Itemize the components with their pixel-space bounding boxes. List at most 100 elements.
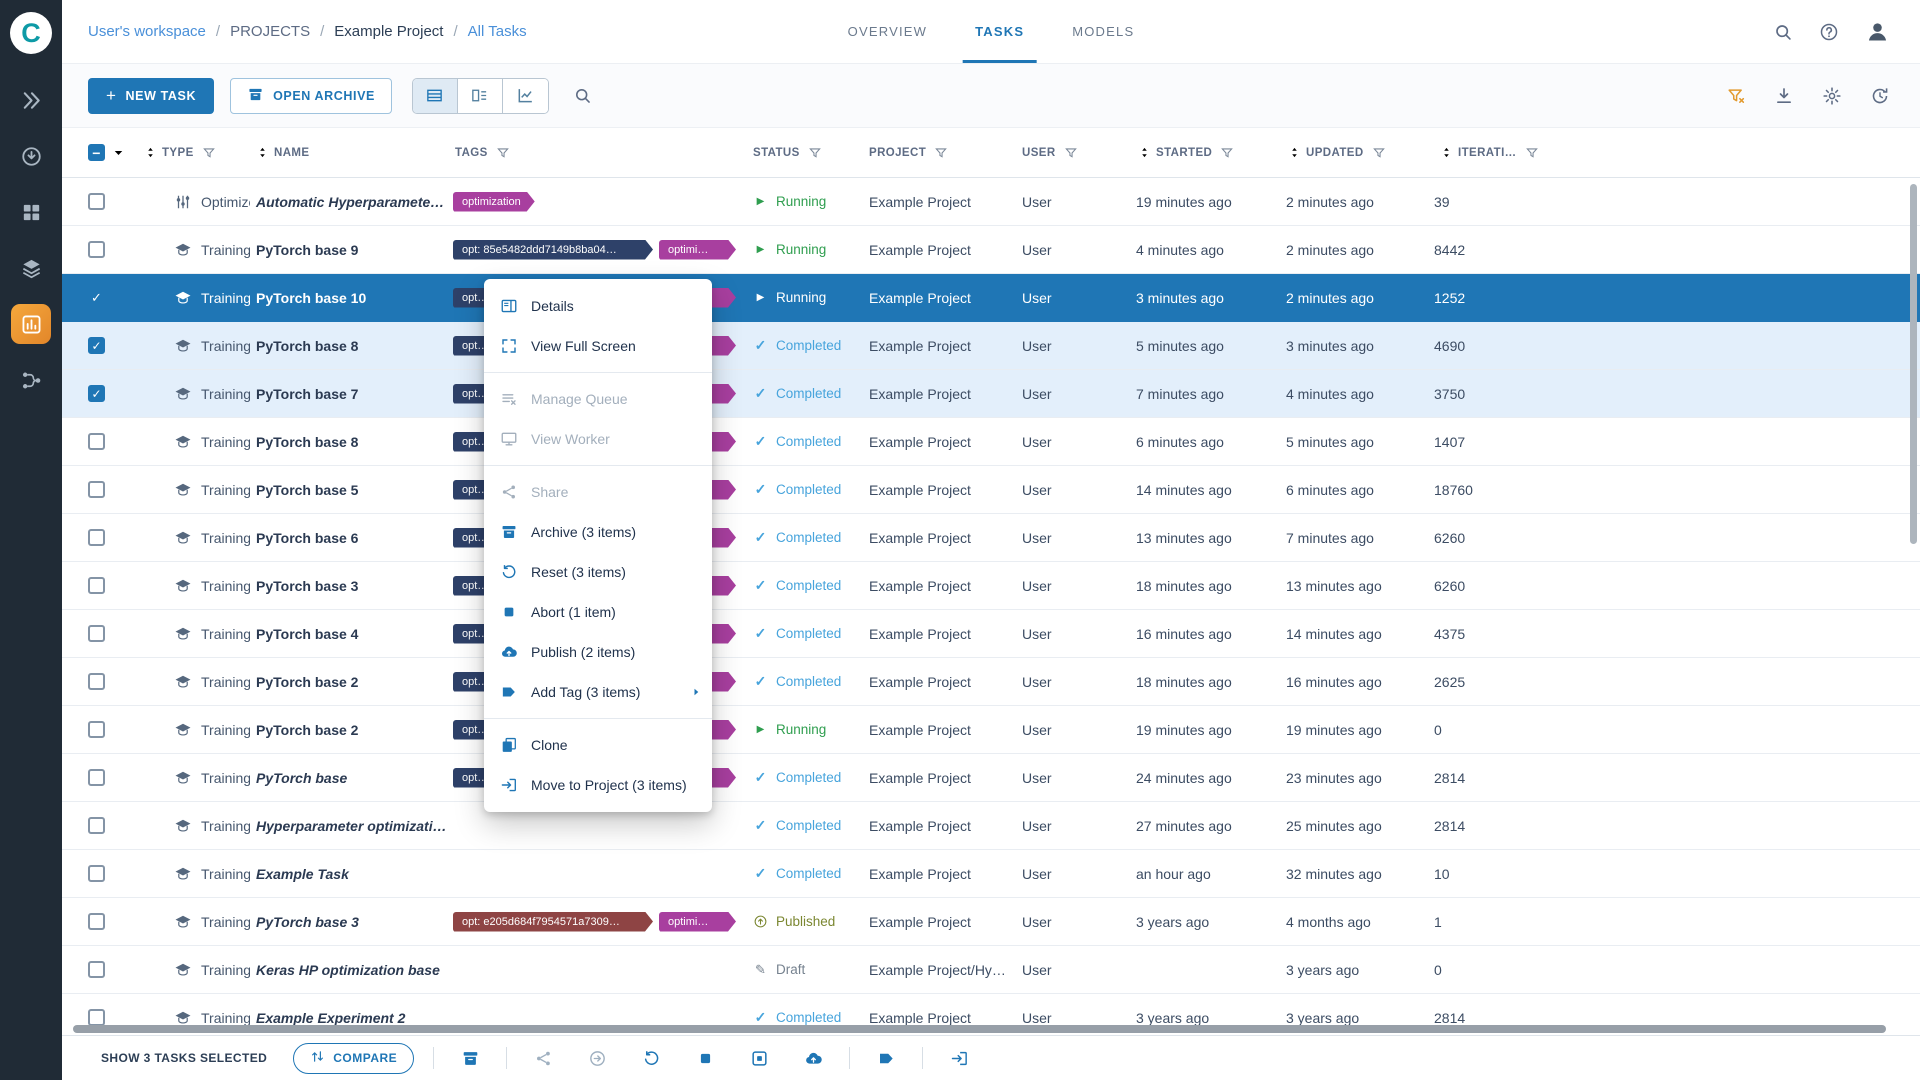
sort-icon[interactable]: [1440, 146, 1453, 159]
help-button[interactable]: [1819, 22, 1839, 42]
sidebar-item-serving[interactable]: [11, 136, 51, 176]
task-name-link[interactable]: PyTorch base 2: [256, 722, 358, 738]
row-checkbox[interactable]: [88, 625, 105, 642]
tag-action-button[interactable]: [866, 1038, 906, 1078]
row-checkbox[interactable]: [88, 529, 105, 546]
row-checkbox[interactable]: [88, 1009, 105, 1026]
search-button[interactable]: [1773, 22, 1793, 42]
sidebar-item-getting-started[interactable]: [11, 80, 51, 120]
horizontal-scrollbar[interactable]: [73, 1025, 1886, 1033]
menu-item-add-tag-3-items[interactable]: Add Tag (3 items): [484, 672, 712, 712]
breadcrumb-item-user-s-workspace[interactable]: User's workspace: [88, 23, 206, 40]
table-row[interactable]: ✓TrainingPyTorch base 7opt…optimi…✓Compl…: [62, 370, 1920, 418]
menu-item-publish-2-items[interactable]: Publish (2 items): [484, 632, 712, 672]
table-row[interactable]: Training PyTorch base 9 opt: 85e5482ddd714…: [62, 226, 1920, 274]
filter-icon[interactable]: [808, 146, 822, 160]
row-checkbox[interactable]: [88, 769, 105, 786]
task-name-link[interactable]: PyTorch base 3: [256, 914, 359, 930]
table-row[interactable]: ✓TrainingPyTorch base 8opt…optimi…✓Compl…: [62, 322, 1920, 370]
task-name-link[interactable]: PyTorch base 8: [256, 338, 358, 354]
table-row[interactable]: Training Example Task ✓ Completed Example Pr…: [62, 850, 1920, 898]
row-checkbox[interactable]: [88, 961, 105, 978]
card-view-toggle[interactable]: [457, 78, 503, 113]
row-checkbox[interactable]: ✓: [88, 289, 105, 306]
row-checkbox[interactable]: [88, 577, 105, 594]
table-row[interactable]: TrainingPyTorch base 6opt…optimi…✓Comple…: [62, 514, 1920, 562]
row-checkbox[interactable]: [88, 241, 105, 258]
breadcrumb-item-projects[interactable]: PROJECTS: [230, 23, 310, 40]
column-header-project[interactable]: PROJECT: [860, 146, 1010, 160]
task-name-link[interactable]: PyTorch base 3: [256, 578, 358, 594]
tab-models[interactable]: MODELS: [1048, 0, 1158, 63]
show-selected-button[interactable]: SHOW 3 TASKS SELECTED: [101, 1051, 267, 1065]
table-row[interactable]: Optimizer Automatic Hyperparamete… optimiz…: [62, 178, 1920, 226]
table-row[interactable]: TrainingPyTorch base 3opt…optimi…✓Comple…: [62, 562, 1920, 610]
row-checkbox[interactable]: [88, 913, 105, 930]
row-checkbox[interactable]: [88, 673, 105, 690]
filter-icon[interactable]: [496, 146, 510, 160]
menu-item-archive-3-items[interactable]: Archive (3 items): [484, 512, 712, 552]
selection-dropdown-caret-icon[interactable]: [111, 145, 126, 160]
column-header-tags[interactable]: TAGS: [453, 146, 745, 160]
move-action-button[interactable]: [939, 1038, 979, 1078]
avatar-button[interactable]: [1865, 19, 1890, 44]
filter-icon[interactable]: [1064, 146, 1078, 160]
column-header-user[interactable]: USER: [1010, 146, 1130, 160]
compare-button[interactable]: COMPARE: [293, 1042, 415, 1074]
table-row[interactable]: TrainingPyTorch base 2opt…optimi…✓Comple…: [62, 658, 1920, 706]
column-header-status[interactable]: STATUS: [745, 146, 860, 160]
table-view-toggle[interactable]: [412, 78, 458, 113]
task-name-link[interactable]: Automatic Hyperparamete…: [256, 194, 444, 210]
task-name-link[interactable]: Example Task: [256, 866, 349, 882]
abort-action-button[interactable]: [685, 1038, 725, 1078]
clearml-logo[interactable]: C: [10, 12, 52, 54]
row-checkbox[interactable]: ✓: [88, 337, 105, 354]
column-header-iterati[interactable]: ITERATI…: [1430, 146, 1560, 160]
filter-icon[interactable]: [1525, 146, 1539, 160]
filter-icon[interactable]: [1372, 146, 1386, 160]
task-name-link[interactable]: PyTorch base 9: [256, 242, 358, 258]
menu-item-abort-1-item[interactable]: Abort (1 item): [484, 592, 712, 632]
row-checkbox[interactable]: [88, 865, 105, 882]
task-name-link[interactable]: PyTorch base 5: [256, 482, 358, 498]
table-row[interactable]: Training PyTorch base 3 opt: e205d684f7954…: [62, 898, 1920, 946]
menu-item-clone[interactable]: Clone: [484, 725, 712, 765]
row-checkbox[interactable]: [88, 721, 105, 738]
column-header-started[interactable]: STARTED: [1130, 146, 1280, 160]
task-name-link[interactable]: PyTorch base: [256, 770, 347, 786]
tab-tasks[interactable]: TASKS: [951, 0, 1048, 63]
menu-item-reset-3-items[interactable]: Reset (3 items): [484, 552, 712, 592]
tab-overview[interactable]: OVERVIEW: [824, 0, 951, 63]
auto-refresh-button[interactable]: [1870, 86, 1890, 106]
filter-icon[interactable]: [1220, 146, 1234, 160]
filter-icon[interactable]: [202, 146, 216, 160]
column-header-name[interactable]: NAME: [250, 146, 453, 159]
breadcrumb-item-all-tasks[interactable]: All Tasks: [468, 23, 527, 40]
search-button[interactable]: [573, 86, 592, 105]
sort-icon[interactable]: [1288, 146, 1301, 159]
table-row[interactable]: TrainingPyTorch base 5opt…optimi…✓Comple…: [62, 466, 1920, 514]
menu-item-move-to-project-3-items[interactable]: Move to Project (3 items): [484, 765, 712, 805]
open-archive-button[interactable]: OPEN ARCHIVE: [230, 77, 392, 114]
task-name-link[interactable]: Example Experiment 2: [256, 1010, 405, 1026]
reset-action-button[interactable]: [631, 1038, 671, 1078]
row-checkbox[interactable]: [88, 817, 105, 834]
sort-icon[interactable]: [256, 146, 269, 159]
task-name-link[interactable]: PyTorch base 10: [256, 290, 366, 306]
table-row[interactable]: TrainingPyTorch base 8opt…optimi…✓Comple…: [62, 418, 1920, 466]
vertical-scrollbar[interactable]: [1910, 184, 1917, 544]
abort-all-action-button[interactable]: [739, 1038, 779, 1078]
row-checkbox[interactable]: [88, 481, 105, 498]
select-all-checkbox[interactable]: −: [88, 144, 105, 161]
download-button[interactable]: [1774, 86, 1794, 106]
new-task-button[interactable]: + NEW TASK: [88, 77, 215, 114]
task-name-link[interactable]: PyTorch base 4: [256, 626, 358, 642]
column-header-updated[interactable]: UPDATED: [1280, 146, 1430, 160]
sidebar-item-pipelines[interactable]: [11, 360, 51, 400]
task-name-link[interactable]: Keras HP optimization base: [256, 962, 440, 978]
task-name-link[interactable]: PyTorch base 6: [256, 530, 358, 546]
archive-action-button[interactable]: [450, 1038, 490, 1078]
row-checkbox[interactable]: [88, 193, 105, 210]
settings-button[interactable]: [1822, 86, 1842, 106]
sort-icon[interactable]: [144, 146, 157, 159]
